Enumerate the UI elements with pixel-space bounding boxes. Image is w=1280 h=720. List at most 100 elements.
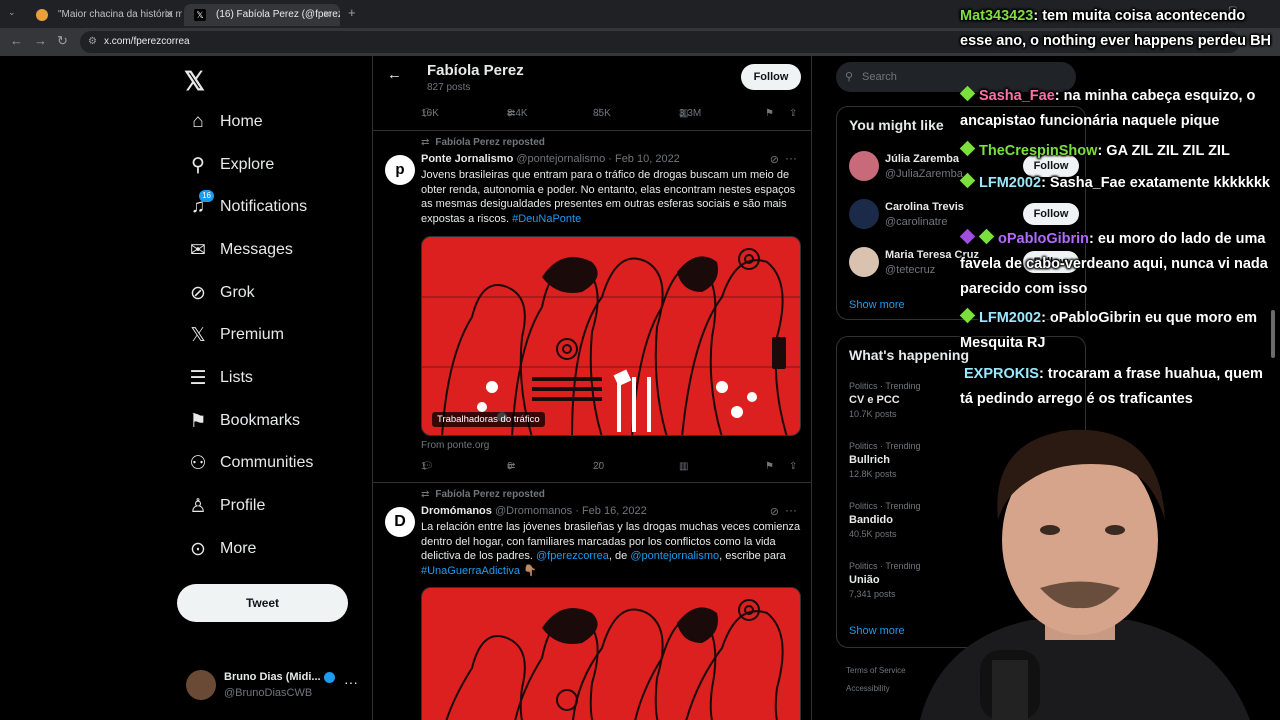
more-dots-icon[interactable]: ··· xyxy=(344,674,358,690)
badge-icon xyxy=(959,228,976,245)
nav-item-more[interactable]: ⊙ More xyxy=(186,534,256,564)
reload-icon[interactable]: ↻ xyxy=(57,33,68,49)
tweet[interactable]: ⇄ Fabíola Perez reposted p Ponte Jornalis… xyxy=(373,130,811,482)
verified-badge-icon xyxy=(323,671,335,683)
search-placeholder: Search xyxy=(862,71,897,83)
hashtag-link[interactable]: #UnaGuerraAdictiva xyxy=(421,565,520,577)
back-arrow-icon[interactable]: ← xyxy=(387,66,402,83)
more-dots-icon[interactable]: ··· xyxy=(785,151,797,165)
profile-name: Fabíola Perez xyxy=(427,62,524,79)
grok-icon[interactable]: ⊘ xyxy=(770,505,779,518)
account-name: Bruno Dias (Midi... xyxy=(224,671,335,683)
nav-item-explore[interactable]: ⚲ Explore xyxy=(186,150,274,180)
nav-item-premium[interactable]: 𝕏 Premium xyxy=(186,320,284,350)
back-icon[interactable]: ← xyxy=(10,33,23,48)
tweet-image[interactable] xyxy=(421,587,801,720)
nav-item-messages[interactable]: ✉ Messages xyxy=(186,235,293,265)
nav-label: Lists xyxy=(220,369,253,386)
view-count: 3.3M xyxy=(679,108,702,119)
x-icon: 𝕏 xyxy=(190,324,206,346)
tweet-date[interactable]: · Feb 16, 2022 xyxy=(575,505,647,517)
chat-message: EXPROKIS: trocaram a frase huahua, quem … xyxy=(960,362,1276,412)
chat-username: LFM2002 xyxy=(979,175,1042,191)
nav-label: Grok xyxy=(220,284,255,301)
more-dots-icon[interactable]: ··· xyxy=(785,503,797,517)
notification-badge: 16 xyxy=(199,190,214,202)
site-favicon-icon xyxy=(36,9,48,21)
avatar[interactable]: D xyxy=(385,507,415,537)
reposted-by-text: Fabíola Perez reposted xyxy=(435,137,545,148)
list-icon: ☰ xyxy=(189,367,207,389)
x-logo-icon[interactable]: 𝕏 xyxy=(184,66,205,97)
nav-item-notifications[interactable]: ♫ 16 Notifications xyxy=(186,190,307,222)
chat-username: EXPROKIS xyxy=(964,366,1039,382)
scrollbar-thumb[interactable] xyxy=(1271,310,1275,358)
bookmark-icon[interactable]: ⚑ xyxy=(765,108,774,119)
suggestion-name: Júlia Zaremba xyxy=(885,153,959,165)
nav-item-communities[interactable]: ⚇ Communities xyxy=(186,448,313,478)
nav-item-grok[interactable]: ⊘ Grok xyxy=(186,278,255,308)
close-tab-icon[interactable]: ✕ xyxy=(165,4,174,26)
grok-icon[interactable]: ⊘ xyxy=(770,153,779,166)
share-icon[interactable]: ⇪ xyxy=(789,461,797,472)
share-icon[interactable]: ⇪ xyxy=(789,108,797,119)
bookmark-icon: ⚑ xyxy=(189,410,207,432)
page-scrollbar[interactable] xyxy=(1270,60,1276,360)
x-favicon-icon: 𝕏 xyxy=(194,9,206,21)
illustration-women xyxy=(422,588,800,720)
panel-title: What's happening xyxy=(849,347,969,363)
close-tab-icon[interactable]: ✕ xyxy=(323,4,332,26)
mention-link[interactable]: @pontejornalismo xyxy=(630,550,719,562)
author-name[interactable]: Ponte Jornalismo xyxy=(421,153,513,165)
browser-tab-2[interactable]: 𝕏 (16) Fabíola Perez (@fperezcorr ✕ xyxy=(184,4,340,26)
tweet[interactable]: ⇄ Fabíola Perez reposted D Dromómanos @Dr… xyxy=(373,482,811,720)
account-handle: @BrunoDiasCWB xyxy=(224,687,313,699)
new-tab-icon[interactable]: + xyxy=(348,5,356,20)
author-name[interactable]: Dromómanos xyxy=(421,505,492,517)
tweet-header: Dromómanos @Dromomanos · Feb 16, 2022 xyxy=(421,505,647,517)
bookmark-icon[interactable]: ⚑ xyxy=(765,461,774,472)
views-icon[interactable]: ▥ xyxy=(679,461,688,472)
hashtag-link[interactable]: #DeuNaPonte xyxy=(512,213,581,225)
tweet-body-connector: , de xyxy=(608,550,628,563)
nav-item-lists[interactable]: ☰ Lists xyxy=(186,363,253,393)
author-handle[interactable]: @pontejornalismo xyxy=(516,153,605,165)
show-more-link[interactable]: Show more xyxy=(849,299,905,311)
mention-link[interactable]: @fperezcorrea xyxy=(536,550,609,562)
nav-item-profile[interactable]: ♙ Profile xyxy=(186,491,265,521)
avatar[interactable]: p xyxy=(385,155,415,185)
follow-button[interactable]: Follow xyxy=(741,64,801,90)
nav-label: Messages xyxy=(220,241,293,258)
author-handle[interactable]: @Dromomanos xyxy=(495,505,572,517)
link-source[interactable]: From ponte.org xyxy=(421,440,489,451)
repost-count: 8.4K xyxy=(507,108,528,119)
suggestion-name: Carolina Trevis xyxy=(885,201,964,213)
stream-chat-overlay: Mat343423: tem muita coisa acontecendo e… xyxy=(956,0,1280,420)
subscriber-badge-icon xyxy=(978,228,995,245)
tweet-date[interactable]: · Feb 10, 2022 xyxy=(608,153,680,165)
nav-item-bookmarks[interactable]: ⚑ Bookmarks xyxy=(186,406,300,436)
tweet-image[interactable]: Trabalhadoras do tráfico xyxy=(421,236,801,436)
nav-label: Communities xyxy=(220,454,314,471)
browser-tab-1[interactable]: "Maior chacina da história mos ✕ xyxy=(26,4,182,26)
chat-username: LFM2002 xyxy=(979,310,1042,326)
account-switcher[interactable]: Bruno Dias (Midi... @BrunoDiasCWB ··· xyxy=(186,668,366,706)
site-info-icon[interactable]: ⚙ xyxy=(88,31,97,53)
tweet-actions: 💬︎ 16K ⇄ 8.4K ♡ 85K ▥ 3.3M ⚑ ⇪ xyxy=(421,108,801,124)
tab-title: "Maior chacina da história mos xyxy=(58,9,182,20)
chat-username: TheCrespinShow xyxy=(979,143,1098,159)
grok-icon: ⊘ xyxy=(190,282,206,304)
nav-item-home[interactable]: ⌂ Home xyxy=(186,107,263,137)
mail-icon: ✉ xyxy=(190,239,206,261)
chat-username: Sasha_Fae xyxy=(979,88,1055,104)
chat-message: LFM2002: Sasha_Fae exatamente kkkkkkk xyxy=(959,171,1276,196)
forward-icon[interactable]: → xyxy=(34,33,47,48)
tab-list-icon[interactable]: ⌄ xyxy=(8,7,16,18)
avatar xyxy=(186,670,216,700)
tweet-button[interactable]: Tweet xyxy=(177,584,348,622)
chat-text: : GA ZIL ZIL ZIL ZIL xyxy=(1097,143,1230,159)
reposted-by-text: Fabíola Perez reposted xyxy=(435,489,545,500)
chat-username: Mat343423 xyxy=(960,8,1034,24)
nav-label: Home xyxy=(220,113,263,130)
streamer-portrait xyxy=(920,429,1250,720)
